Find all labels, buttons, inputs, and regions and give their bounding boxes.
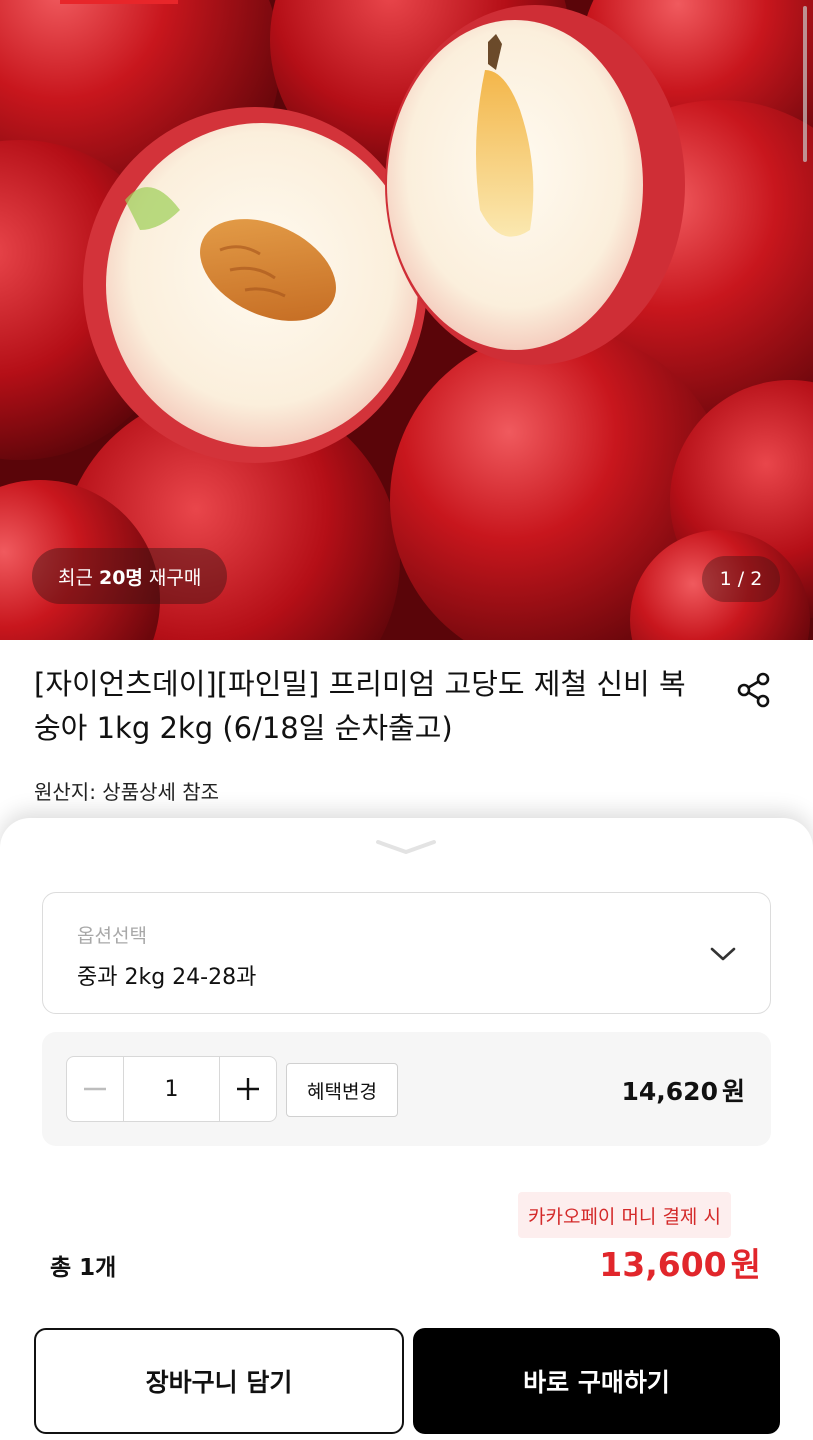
option-select[interactable]: 옵션선택 중과 2kg 24-28과 [42, 892, 771, 1014]
repurchase-badge: 최근 20명 재구매 [32, 548, 228, 604]
increase-button[interactable] [220, 1057, 276, 1121]
quantity-panel: 1 혜택변경 14,620 원 [42, 1032, 771, 1146]
repurchase-prefix: 최근 [58, 566, 93, 589]
quantity-stepper[interactable]: 1 [66, 1056, 277, 1122]
option-selected-value: 중과 2kg 24-28과 [77, 965, 257, 990]
repurchase-suffix: 재구매 [148, 566, 202, 589]
sheet-collapse-handle[interactable] [374, 838, 438, 856]
final-price-currency: 원 [730, 1245, 761, 1284]
kakaopay-discount-note: 카카오페이 머니 결제 시 [518, 1192, 731, 1238]
final-price: 13,600 원 [599, 1238, 761, 1286]
scrollbar-thumb[interactable] [803, 6, 807, 162]
change-benefit-button[interactable]: 혜택변경 [286, 1063, 398, 1117]
repurchase-count: 20명 [98, 566, 143, 589]
plus-icon [237, 1078, 259, 1100]
buy-now-button[interactable]: 바로 구매하기 [413, 1328, 780, 1434]
decrease-button[interactable] [67, 1057, 123, 1121]
add-to-cart-button[interactable]: 장바구니 담기 [34, 1328, 404, 1434]
option-label: 옵션선택 [77, 925, 147, 947]
purchase-bottom-sheet: 옵션선택 중과 2kg 24-28과 1 혜택변경 14,620 원 카카오페이… [0, 818, 813, 1440]
product-title: [자이언츠데이][파인밀] 프리미엄 고당도 제철 신비 복숭아 1kg 2kg… [34, 667, 686, 745]
total-quantity: 총 1개 [50, 1255, 117, 1281]
share-icon [737, 672, 770, 708]
line-price: 14,620 원 [622, 1072, 746, 1108]
final-price-amount: 13,600 [599, 1245, 727, 1284]
chevron-down-icon [710, 947, 736, 961]
quantity-value[interactable]: 1 [123, 1057, 220, 1121]
line-price-currency: 원 [721, 1077, 745, 1106]
share-button[interactable] [730, 666, 778, 714]
line-price-amount: 14,620 [621, 1077, 718, 1106]
origin-info: 원산지: 상품상세 참조 [34, 780, 220, 804]
product-image[interactable]: 최근 20명 재구매 1 / 2 [0, 0, 813, 640]
top-accent-bar [60, 0, 178, 4]
nectarine-photo [0, 0, 813, 640]
image-page-indicator: 1 / 2 [702, 556, 780, 602]
minus-icon [84, 1087, 106, 1091]
chevron-down-icon [376, 840, 436, 854]
